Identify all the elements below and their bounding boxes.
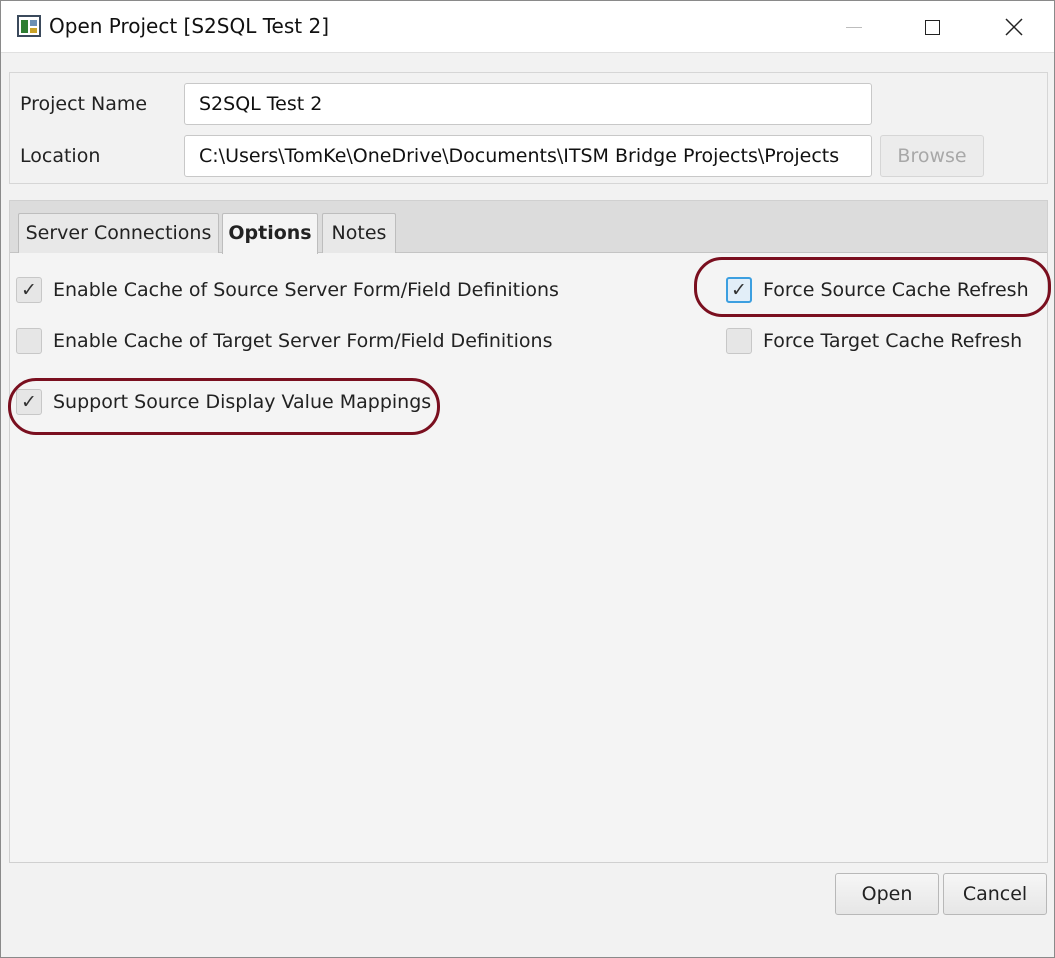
force-target-refresh-label: Force Target Cache Refresh	[763, 330, 1023, 352]
enable-target-cache-option[interactable]: Enable Cache of Target Server Form/Field…	[16, 326, 552, 356]
cancel-button[interactable]: Cancel	[943, 873, 1047, 915]
location-field[interactable]: C:\Users\TomKe\OneDrive\Documents\ITSM B…	[184, 135, 872, 177]
close-icon	[1005, 18, 1023, 36]
app-icon	[17, 15, 41, 37]
enable-target-cache-label: Enable Cache of Target Server Form/Field…	[53, 330, 553, 352]
tab-pane: Server Connections Options Notes ✓ Enabl…	[9, 200, 1048, 863]
window-title: Open Project [S2SQL Test 2]	[49, 14, 329, 38]
project-name-label: Project Name	[20, 93, 148, 115]
open-button[interactable]: Open	[835, 873, 939, 915]
support-display-mappings-option[interactable]: ✓ Support Source Display Value Mappings	[16, 387, 431, 417]
tab-server-connections[interactable]: Server Connections	[18, 213, 219, 253]
enable-source-cache-label: Enable Cache of Source Server Form/Field…	[53, 279, 559, 301]
close-button[interactable]	[991, 1, 1037, 53]
open-project-dialog: Open Project [S2SQL Test 2] Project Name…	[0, 0, 1055, 958]
enable-source-cache-checkbox[interactable]: ✓	[16, 277, 42, 303]
project-name-field[interactable]: S2SQL Test 2	[184, 83, 872, 125]
force-target-refresh-checkbox[interactable]	[726, 328, 752, 354]
force-target-refresh-option[interactable]: Force Target Cache Refresh	[726, 326, 1022, 356]
minimize-button[interactable]	[831, 1, 877, 53]
enable-source-cache-option[interactable]: ✓ Enable Cache of Source Server Form/Fie…	[16, 275, 559, 305]
title-bar: Open Project [S2SQL Test 2]	[1, 1, 1054, 53]
force-source-refresh-checkbox[interactable]: ✓	[726, 277, 752, 303]
tab-options[interactable]: Options	[222, 213, 318, 254]
force-source-refresh-option[interactable]: ✓ Force Source Cache Refresh	[726, 275, 1029, 305]
maximize-button[interactable]	[909, 1, 955, 53]
browse-button[interactable]: Browse	[880, 135, 984, 177]
location-label: Location	[20, 145, 101, 167]
enable-target-cache-checkbox[interactable]	[16, 328, 42, 354]
project-details-panel: Project Name S2SQL Test 2 Location C:\Us…	[9, 72, 1048, 184]
tab-bar: Server Connections Options Notes	[10, 201, 1047, 254]
minimize-icon	[846, 26, 862, 28]
force-source-refresh-label: Force Source Cache Refresh	[763, 279, 1029, 301]
maximize-icon	[924, 19, 940, 35]
tab-notes[interactable]: Notes	[322, 213, 396, 253]
support-display-mappings-checkbox[interactable]: ✓	[16, 389, 42, 415]
support-display-mappings-label: Support Source Display Value Mappings	[53, 391, 432, 413]
